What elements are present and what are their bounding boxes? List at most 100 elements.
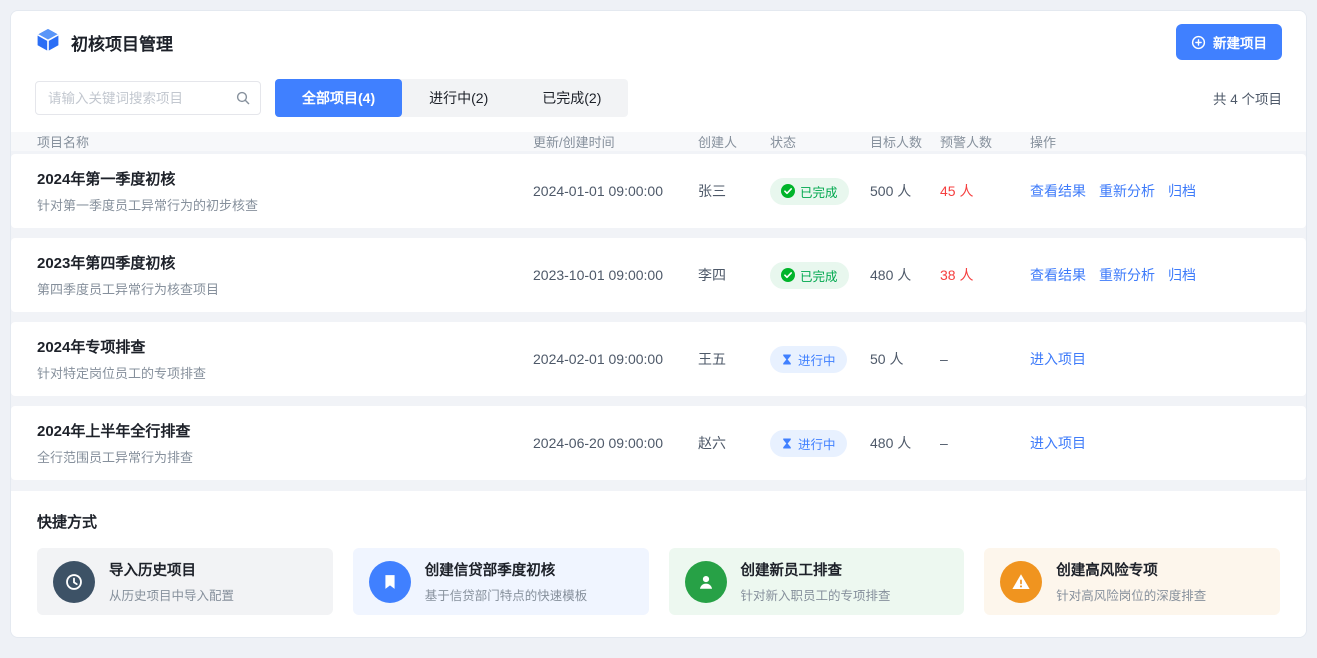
action-re-analyze-link[interactable]: 重新分析	[1099, 265, 1155, 285]
bookmark-icon	[379, 571, 401, 593]
shortcut-icon-circle	[369, 561, 411, 603]
project-creator: 王五	[698, 349, 770, 369]
shortcut-card-create-new-employee[interactable]: 创建新员工排查 针对新入职员工的专项排查	[669, 548, 965, 615]
target-count: 50 人	[870, 349, 940, 369]
shortcuts-section: 快捷方式 导入历史项目 从历史项目中导入配置 创建信贷部季度初核 基于信贷部门特…	[11, 491, 1306, 637]
shortcut-icon-circle	[53, 561, 95, 603]
search-icon	[235, 90, 251, 106]
table-row: 2023年第四季度初核 第四季度员工异常行为核查项目 2023-10-01 09…	[11, 238, 1306, 312]
col-creator: 创建人	[698, 132, 770, 151]
action-archive-link[interactable]: 归档	[1168, 181, 1196, 201]
project-name: 2023年第四季度初核	[37, 252, 533, 273]
shortcut-title: 创建高风险专项	[1056, 559, 1206, 580]
shortcut-icon-circle	[1000, 561, 1042, 603]
project-time: 2024-02-01 09:00:00	[533, 351, 698, 367]
row-actions: 查看结果重新分析归档	[1030, 265, 1280, 285]
action-re-analyze-link[interactable]: 重新分析	[1099, 181, 1155, 201]
shortcut-title: 创建新员工排查	[741, 559, 891, 580]
section-divider	[11, 480, 1306, 491]
hourglass-icon	[781, 353, 793, 366]
shortcut-cards: 导入历史项目 从历史项目中导入配置 创建信贷部季度初核 基于信贷部门特点的快速模…	[37, 548, 1280, 615]
project-creator: 李四	[698, 265, 770, 285]
project-creator: 张三	[698, 181, 770, 201]
col-project-name: 项目名称	[37, 132, 533, 151]
shortcut-card-import-history[interactable]: 导入历史项目 从历史项目中导入配置	[37, 548, 333, 615]
project-time: 2024-06-20 09:00:00	[533, 435, 698, 451]
shortcut-card-create-credit-quarterly[interactable]: 创建信贷部季度初核 基于信贷部门特点的快速模板	[353, 548, 649, 615]
target-count: 500 人	[870, 181, 940, 201]
page-header: 初核项目管理 新建项目	[11, 11, 1306, 72]
action-enter-project-link[interactable]: 进入项目	[1030, 433, 1086, 453]
table-row: 2024年专项排查 针对特定岗位员工的专项排查 2024-02-01 09:00…	[11, 322, 1306, 396]
shortcut-title: 导入历史项目	[109, 559, 234, 580]
status-label: 进行中	[798, 434, 836, 453]
shortcut-description: 从历史项目中导入配置	[109, 585, 234, 604]
plus-circle-icon	[1191, 35, 1206, 50]
status-badge: 进行中	[770, 430, 847, 457]
search-input[interactable]	[35, 81, 261, 115]
warning-count: 45 人	[940, 181, 1030, 201]
table-row: 2024年第一季度初核 针对第一季度员工异常行为的初步核查 2024-01-01…	[11, 154, 1306, 228]
shortcut-title: 创建信贷部季度初核	[425, 559, 588, 580]
status-label: 进行中	[798, 350, 836, 369]
project-description: 全行范围员工异常行为排查	[37, 447, 533, 466]
warning-icon	[1010, 571, 1032, 593]
project-description: 针对第一季度员工异常行为的初步核查	[37, 195, 533, 214]
col-warning: 预警人数	[940, 132, 1030, 151]
user-icon	[695, 571, 717, 593]
action-view-results-link[interactable]: 查看结果	[1030, 265, 1086, 285]
target-count: 480 人	[870, 433, 940, 453]
toolbar: 全部项目(4)进行中(2)已完成(2) 共 4 个项目	[11, 72, 1306, 132]
check-circle-icon	[781, 184, 795, 198]
shortcut-description: 针对高风险岗位的深度排查	[1056, 585, 1206, 604]
warning-count: –	[940, 435, 1030, 451]
tabs: 全部项目(4)进行中(2)已完成(2)	[275, 79, 628, 117]
target-count: 480 人	[870, 265, 940, 285]
warning-count: –	[940, 351, 1030, 367]
project-name: 2024年上半年全行排查	[37, 420, 533, 441]
page-title: 初核项目管理	[71, 30, 173, 55]
clock-icon	[63, 571, 85, 593]
row-actions: 查看结果重新分析归档	[1030, 181, 1280, 201]
tab-in-progress[interactable]: 进行中(2)	[402, 79, 515, 117]
shortcut-description: 基于信贷部门特点的快速模板	[425, 585, 588, 604]
status-label: 已完成	[800, 182, 838, 201]
shortcut-card-create-high-risk[interactable]: 创建高风险专项 针对高风险岗位的深度排查	[984, 548, 1280, 615]
new-project-button[interactable]: 新建项目	[1176, 24, 1282, 60]
tab-completed[interactable]: 已完成(2)	[515, 79, 628, 117]
row-actions: 进入项目	[1030, 433, 1280, 453]
new-project-label: 新建项目	[1213, 32, 1267, 52]
project-time: 2023-10-01 09:00:00	[533, 267, 698, 283]
shortcut-icon-circle	[685, 561, 727, 603]
table-row: 2024年上半年全行排查 全行范围员工异常行为排查 2024-06-20 09:…	[11, 406, 1306, 480]
table-body: 2024年第一季度初核 针对第一季度员工异常行为的初步核查 2024-01-01…	[11, 151, 1306, 480]
status-badge: 进行中	[770, 346, 847, 373]
warning-count: 38 人	[940, 265, 1030, 285]
project-creator: 赵六	[698, 433, 770, 453]
action-archive-link[interactable]: 归档	[1168, 265, 1196, 285]
total-projects-text: 共 4 个项目	[1213, 88, 1282, 108]
tab-all[interactable]: 全部项目(4)	[275, 79, 402, 117]
status-badge: 已完成	[770, 178, 849, 205]
project-name: 2024年专项排查	[37, 336, 533, 357]
status-label: 已完成	[800, 266, 838, 285]
project-time: 2024-01-01 09:00:00	[533, 183, 698, 199]
shortcuts-title: 快捷方式	[37, 511, 1280, 532]
col-status: 状态	[770, 132, 870, 151]
project-description: 针对特定岗位员工的专项排查	[37, 363, 533, 382]
project-name: 2024年第一季度初核	[37, 168, 533, 189]
col-time: 更新/创建时间	[533, 132, 698, 151]
status-badge: 已完成	[770, 262, 849, 289]
main-panel: 初核项目管理 新建项目 全部项目(4)进行中(2)已完成(2) 共 4 个项目	[10, 10, 1307, 638]
row-actions: 进入项目	[1030, 349, 1280, 369]
check-circle-icon	[781, 268, 795, 282]
project-description: 第四季度员工异常行为核查项目	[37, 279, 533, 298]
table-header: 项目名称 更新/创建时间 创建人 状态 目标人数 预警人数 操作	[11, 132, 1306, 151]
shortcut-description: 针对新入职员工的专项排查	[741, 585, 891, 604]
app-cube-icon	[35, 27, 61, 58]
action-enter-project-link[interactable]: 进入项目	[1030, 349, 1086, 369]
col-actions: 操作	[1030, 132, 1280, 151]
action-view-results-link[interactable]: 查看结果	[1030, 181, 1086, 201]
hourglass-icon	[781, 437, 793, 450]
col-target: 目标人数	[870, 132, 940, 151]
